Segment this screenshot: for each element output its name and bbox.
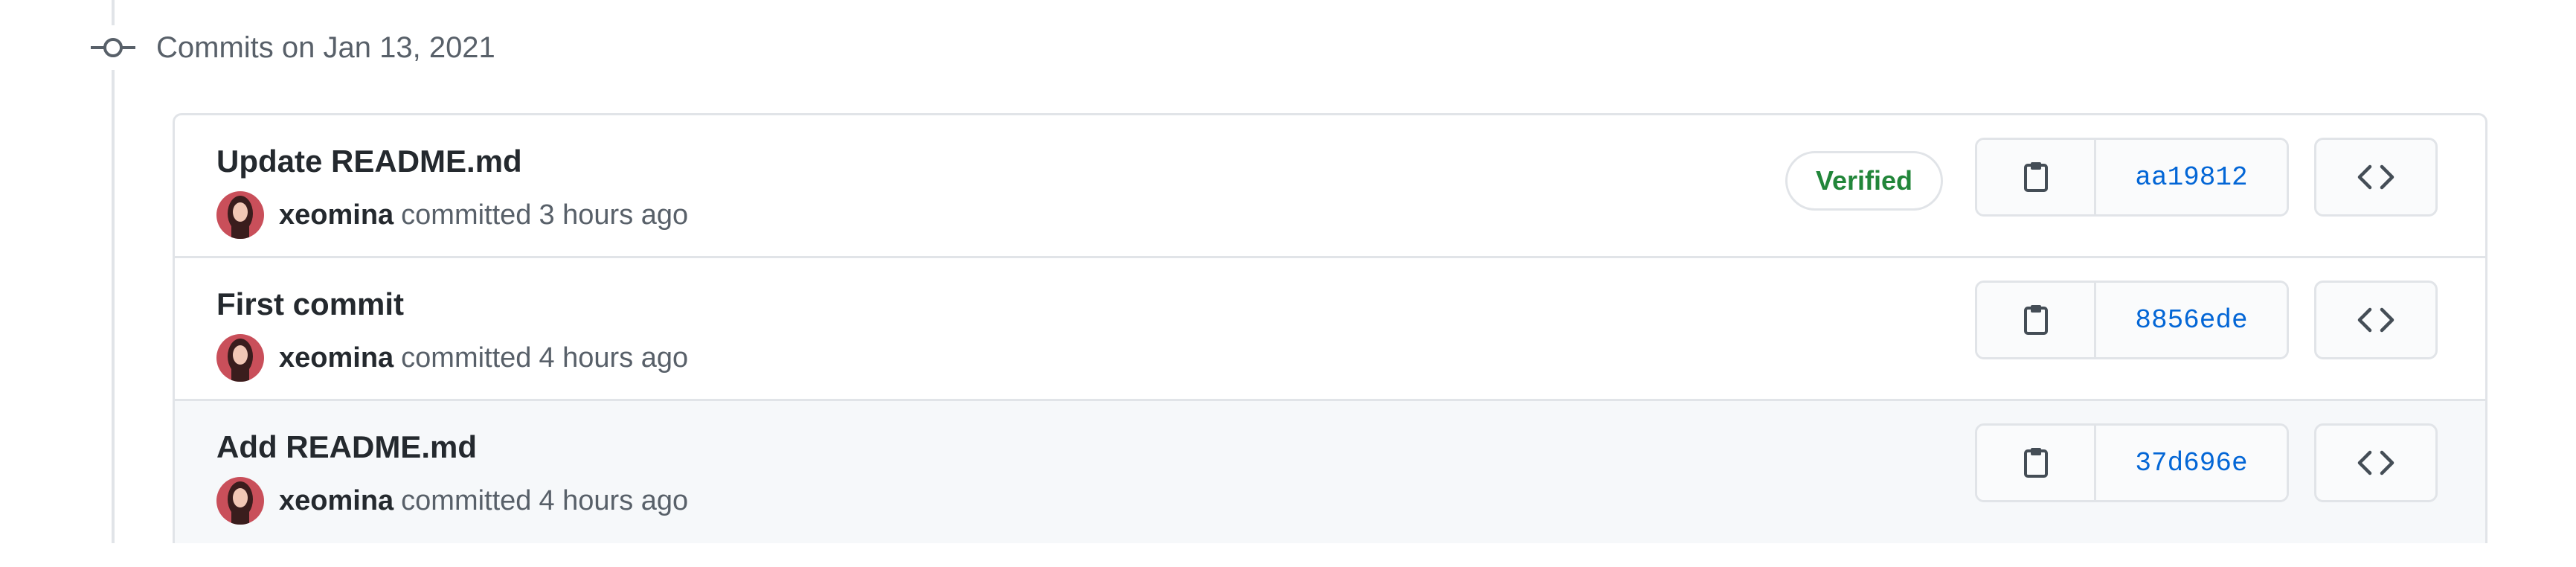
commit-group-header: Commits on Jan 13, 2021 bbox=[82, 25, 495, 70]
avatar[interactable] bbox=[216, 334, 264, 382]
clippy-icon bbox=[2023, 162, 2048, 192]
commit-time: 3 hours ago bbox=[539, 199, 689, 231]
clippy-icon bbox=[2023, 305, 2048, 335]
commit-meta: xeomina committed 4 hours ago bbox=[216, 475, 688, 526]
committed-text: committed bbox=[401, 342, 532, 374]
author-link[interactable]: xeomina bbox=[279, 342, 394, 374]
copy-sha-button[interactable] bbox=[1977, 140, 2096, 214]
commit-title-link[interactable]: First commit bbox=[216, 286, 404, 322]
commit-title-link[interactable]: Add README.md bbox=[216, 429, 477, 465]
code-icon bbox=[2357, 450, 2394, 475]
commit-sha-link[interactable]: aa19812 bbox=[2096, 140, 2287, 214]
commit-row: Add README.md xeomina committed 4 hours … bbox=[175, 401, 2485, 543]
copy-sha-button[interactable] bbox=[1977, 283, 2096, 357]
committed-text: committed bbox=[401, 199, 532, 231]
commit-title-link[interactable]: Update README.md bbox=[216, 144, 522, 179]
committed-text: committed bbox=[401, 484, 532, 516]
git-commit-icon bbox=[82, 25, 144, 70]
commit-group-title: Commits on Jan 13, 2021 bbox=[156, 31, 495, 64]
commit-time: 4 hours ago bbox=[539, 342, 689, 374]
author-link[interactable]: xeomina bbox=[279, 485, 394, 517]
commit-row: Update README.md xeomina committed 3 hou… bbox=[175, 115, 2485, 258]
commit-sha-button-group: aa19812 bbox=[1975, 138, 2289, 217]
commit-list: Update README.md xeomina committed 3 hou… bbox=[173, 113, 2487, 543]
commit-sha-button-group: 37d696e bbox=[1975, 423, 2289, 502]
commit-sha-button-group: 8856ede bbox=[1975, 281, 2289, 359]
code-icon bbox=[2357, 307, 2394, 333]
author-link[interactable]: xeomina bbox=[279, 199, 394, 231]
commit-meta: xeomina committed 3 hours ago bbox=[216, 190, 688, 240]
clippy-icon bbox=[2023, 448, 2048, 478]
browse-repo-button[interactable] bbox=[2314, 423, 2438, 502]
commit-sha-link[interactable]: 8856ede bbox=[2096, 283, 2287, 357]
timeline-line bbox=[112, 0, 115, 543]
browse-repo-button[interactable] bbox=[2314, 138, 2438, 217]
browse-repo-button[interactable] bbox=[2314, 281, 2438, 359]
commit-meta: xeomina committed 4 hours ago bbox=[216, 333, 688, 383]
commit-row: First commit xeomina committed 4 hours a… bbox=[175, 258, 2485, 401]
commit-time: 4 hours ago bbox=[539, 484, 689, 516]
verified-badge[interactable]: Verified bbox=[1785, 151, 1943, 211]
avatar[interactable] bbox=[216, 477, 264, 525]
copy-sha-button[interactable] bbox=[1977, 426, 2096, 500]
code-icon bbox=[2357, 164, 2394, 190]
commit-sha-link[interactable]: 37d696e bbox=[2096, 426, 2287, 500]
avatar[interactable] bbox=[216, 191, 264, 239]
